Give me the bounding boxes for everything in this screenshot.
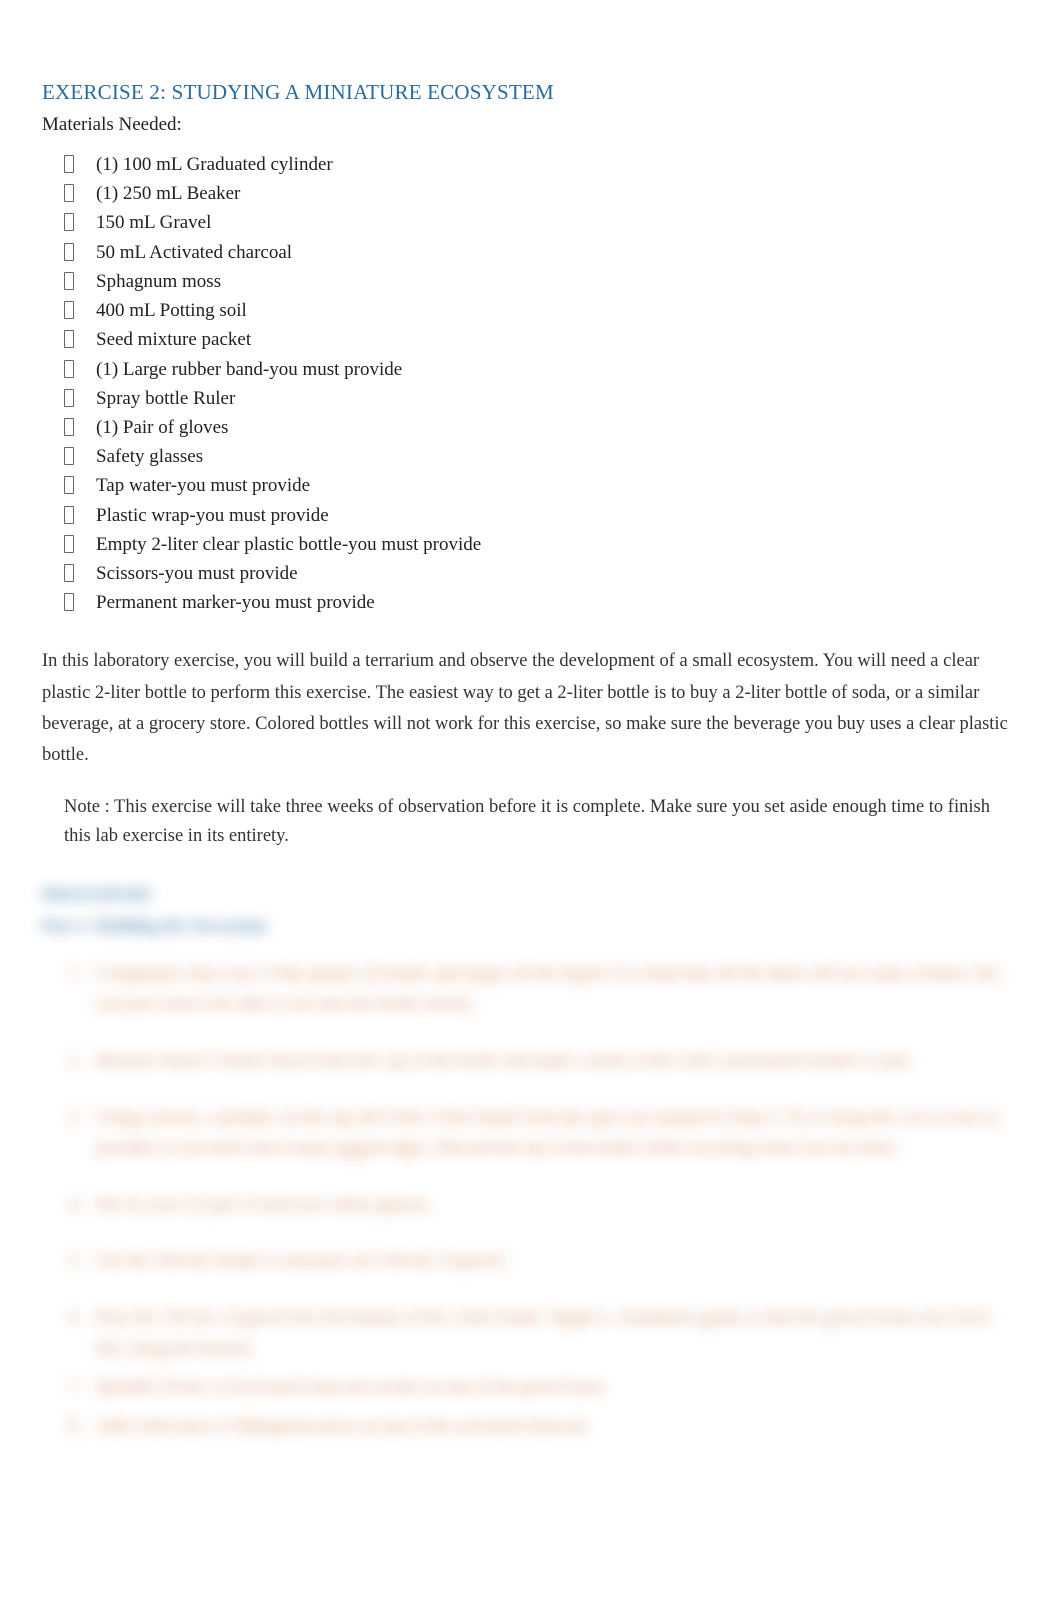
materials-heading: Materials Needed:	[42, 112, 1020, 138]
materials-list-item: (1) Pair of gloves	[64, 415, 1020, 441]
materials-list-item: 400 mL Potting soil	[64, 298, 1020, 324]
materials-list: (1) 100 mL Graduated cylinder (1) 250 mL …	[42, 152, 1020, 617]
exercise-title: EXERCISE 2: STUDYING A MINIATURE ECOSYST…	[42, 78, 1020, 106]
materials-list-item: (1) Large rubber band-you must provide	[64, 357, 1020, 383]
materials-list-item: 150 mL Gravel	[64, 210, 1020, 236]
procedure-step: Completely rinse your 2-liter plastic (2…	[74, 958, 1020, 1019]
materials-list-item: Plastic wrap-you must provide	[64, 503, 1020, 529]
materials-list-item: Spray bottle Ruler	[64, 386, 1020, 412]
blurred-preview-section: PROCEDURE Part 1: Building the Terrarium…	[42, 884, 1020, 1440]
procedure-step: Measure about 5 inches down from the cap…	[74, 1045, 1020, 1076]
materials-list-item: Empty 2-liter clear plastic bottle-you m…	[64, 532, 1020, 558]
materials-list-item: Tap water-you must provide	[64, 473, 1020, 499]
procedure-steps-list: Completely rinse your 2-liter plastic (2…	[42, 958, 1020, 1441]
part-heading: Part 1: Building the Terrarium	[42, 915, 1020, 938]
procedure-heading: PROCEDURE	[42, 884, 1020, 907]
procedure-step: Sprinkle 50 mL of Activated charcoal eve…	[74, 1371, 1020, 1402]
materials-list-item: (1) 100 mL Graduated cylinder	[64, 152, 1020, 178]
procedure-step: Add a thin layer of Sphagnum moss on top…	[74, 1410, 1020, 1441]
procedure-step: Using scissors, carefully cut the top of…	[74, 1102, 1020, 1163]
materials-list-item: (1) 250 mL Beaker	[64, 181, 1020, 207]
intro-paragraph: In this laboratory exercise, you will bu…	[42, 646, 1020, 770]
materials-list-item: 50 mL Activated charcoal	[64, 240, 1020, 266]
materials-list-item: Permanent marker-you must provide	[64, 590, 1020, 616]
materials-list-item: Seed mixture packet	[64, 327, 1020, 353]
procedure-step: Pour the 150 mL of gravel into the botto…	[74, 1302, 1020, 1363]
procedure-step: Use the 250 mL beaker to measure out 150…	[74, 1245, 1020, 1276]
note-paragraph: Note : This exercise will take three wee…	[42, 793, 1020, 852]
materials-list-item: Sphagnum moss	[64, 269, 1020, 295]
materials-list-item: Safety glasses	[64, 444, 1020, 470]
procedure-step: Put on your (1) pair of and your safety …	[74, 1189, 1020, 1220]
materials-list-item: Scissors-you must provide	[64, 561, 1020, 587]
